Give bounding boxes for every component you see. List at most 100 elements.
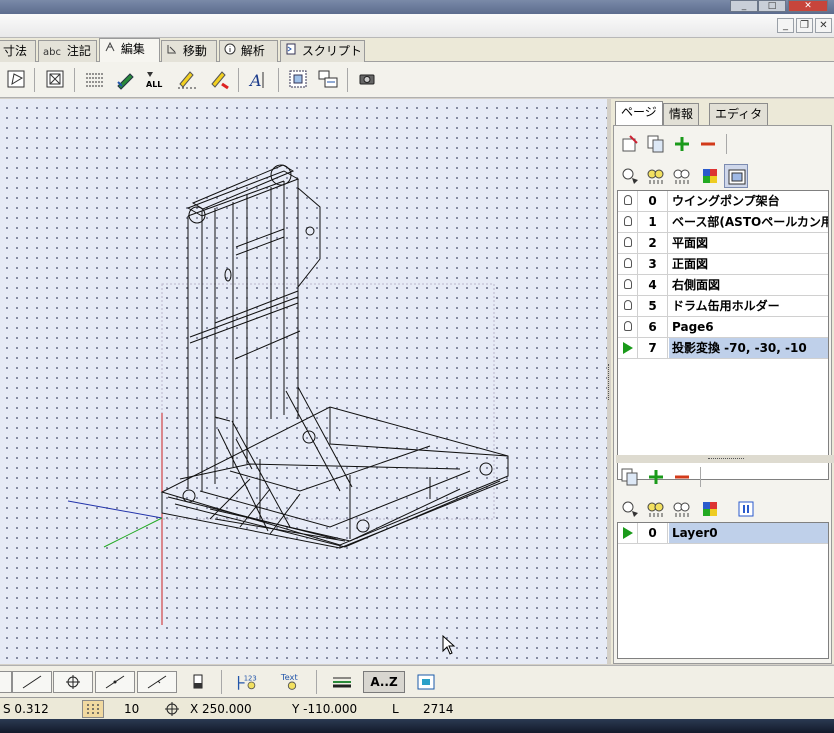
fit-frame-icon[interactable] xyxy=(287,68,309,90)
tab-script[interactable]: スクリプト xyxy=(280,40,365,62)
mdi-minimize-button[interactable]: _ xyxy=(777,18,794,33)
tab-move[interactable]: 移動 xyxy=(161,40,217,62)
close-window-button[interactable]: ✕ xyxy=(788,0,828,12)
page-name: 右側面図 xyxy=(672,278,721,292)
tab-annotation[interactable]: abc 注記 xyxy=(38,40,97,62)
page-index: 3 xyxy=(638,254,668,274)
show-all-layers-icon[interactable] xyxy=(644,497,668,521)
mdi-close-button[interactable]: ✕ xyxy=(815,18,832,33)
tab-label: エディタ xyxy=(715,107,763,121)
toolbar-separator xyxy=(316,670,317,694)
sort-button[interactable]: A..Z xyxy=(363,671,405,693)
layer-row-0[interactable]: 0 Layer0 xyxy=(618,523,828,544)
mdi-restore-button[interactable]: ❐ xyxy=(796,18,813,33)
frame-select-icon[interactable] xyxy=(44,68,66,90)
copy-page-icon[interactable] xyxy=(644,132,668,156)
tab-editor[interactable]: エディタ xyxy=(709,103,769,125)
add-page-icon[interactable] xyxy=(670,132,694,156)
highlight-pen-icon[interactable] xyxy=(208,68,230,90)
page-row-0[interactable]: 0 ウイングポンプ架台 xyxy=(618,191,828,212)
page-name: 平面図 xyxy=(672,236,709,250)
page-row-5[interactable]: 5 ドラム缶用ホルダー xyxy=(618,296,828,317)
page-name: 投影変換 -70, -30, -10 xyxy=(669,338,828,358)
color-palette-icon[interactable] xyxy=(698,164,722,188)
tab-analysis[interactable]: 解析 xyxy=(219,40,278,62)
layer-list: 0 Layer0 xyxy=(617,522,829,659)
tab-info[interactable]: 情報 xyxy=(663,103,700,125)
select-shape-icon[interactable] xyxy=(6,68,28,90)
splitter-grip[interactable] xyxy=(708,458,744,460)
x-axis-line xyxy=(67,500,163,519)
remove-layer-icon[interactable] xyxy=(670,465,694,489)
show-page-icon[interactable] xyxy=(618,164,642,188)
page-row-2[interactable]: 2 平面図 xyxy=(618,233,828,254)
tool-snap-point-button[interactable] xyxy=(53,671,93,693)
copy-layer-icon[interactable] xyxy=(618,465,642,489)
window-view-icon[interactable] xyxy=(414,671,438,693)
tool-partial-button[interactable] xyxy=(0,671,12,693)
tab-pages[interactable]: ページ xyxy=(615,101,663,126)
y-coordinate: Y -110.000 xyxy=(292,702,358,716)
show-layer-icon[interactable] xyxy=(618,497,642,521)
current-layer-arrow-icon xyxy=(622,527,633,539)
page-row-7[interactable]: 7 投影変換 -70, -30, -10 xyxy=(618,338,828,359)
page-panel: ページ 情報 エディタ 0 ウイングポンプ架台 1 ベース部(ASTOペールカン用 … xyxy=(611,99,834,664)
highlight-line-icon[interactable] xyxy=(176,68,198,90)
remove-page-icon[interactable] xyxy=(696,132,720,156)
layout-window-icon[interactable] xyxy=(317,68,339,90)
x-coordinate: X 250.000 xyxy=(190,702,252,716)
eraser-icon[interactable] xyxy=(186,671,210,693)
drawing-canvas[interactable] xyxy=(0,99,607,664)
bulb-icon[interactable] xyxy=(623,237,632,247)
bulb-icon[interactable] xyxy=(623,216,632,226)
bulb-icon[interactable] xyxy=(623,258,632,268)
line-style-icon[interactable] xyxy=(330,671,354,693)
bulb-icon[interactable] xyxy=(623,300,632,310)
mdi-bar: _ ❐ ✕ xyxy=(0,14,834,38)
numbering-tool-icon[interactable]: 123 xyxy=(236,671,264,693)
layer-order-icon[interactable] xyxy=(734,497,758,521)
tab-dimension[interactable]: 寸法 xyxy=(0,40,36,62)
bulb-icon[interactable] xyxy=(623,279,632,289)
tool-diagonal-button[interactable] xyxy=(95,671,135,693)
text-tool-icon[interactable]: Text xyxy=(280,671,306,693)
page-row-3[interactable]: 3 正面図 xyxy=(618,254,828,275)
minimize-window-button[interactable]: _ xyxy=(730,0,758,12)
camera-icon[interactable] xyxy=(356,68,378,90)
grid-toggle-button[interactable] xyxy=(82,700,104,718)
svg-text:ALL: ALL xyxy=(146,80,162,89)
panel-body: 0 ウイングポンプ架台 1 ベース部(ASTOペールカン用 2 平面図 3 正面図 4右… xyxy=(613,125,834,664)
select-all-icon[interactable]: ALL xyxy=(144,68,166,90)
page-properties-icon[interactable] xyxy=(618,132,642,156)
tool-tangent-button[interactable] xyxy=(137,671,177,693)
bulb-icon[interactable] xyxy=(623,321,632,331)
page-index: 4 xyxy=(638,275,668,295)
page-frame-icon[interactable] xyxy=(724,164,748,188)
page-row-6[interactable]: 6 Page6 xyxy=(618,317,828,338)
length-label: L xyxy=(392,702,399,716)
bulb-icon[interactable] xyxy=(623,195,632,205)
add-layer-icon[interactable] xyxy=(644,465,668,489)
layer-color-icon[interactable] xyxy=(698,497,722,521)
page-index: 7 xyxy=(638,338,668,358)
grid-size-value: 10 xyxy=(124,702,140,716)
show-all-pages-icon[interactable] xyxy=(644,164,668,188)
hatch-lines-icon[interactable] xyxy=(84,68,106,90)
splitter-grip[interactable] xyxy=(608,364,610,400)
text-style-icon[interactable]: A xyxy=(248,68,270,90)
hide-all-pages-icon[interactable] xyxy=(670,164,694,188)
cad-model-drawing xyxy=(67,164,509,625)
page-list: 0 ウイングポンプ架台 1 ベース部(ASTOペールカン用 2 平面図 3 正面図 4右… xyxy=(617,190,829,480)
tool-line-button[interactable] xyxy=(12,671,52,693)
maximize-window-button[interactable]: □ xyxy=(758,0,786,12)
hide-all-layers-icon[interactable] xyxy=(670,497,694,521)
mouse-cursor-icon xyxy=(442,635,456,655)
page-row-4[interactable]: 4 右側面図 xyxy=(618,275,828,296)
toolbar-separator xyxy=(238,68,239,92)
tab-edit[interactable]: 編集 xyxy=(99,38,160,63)
horizontal-splitter[interactable] xyxy=(616,455,834,463)
move-icon xyxy=(166,43,179,63)
pen-attribute-icon[interactable] xyxy=(114,68,136,90)
crosshair-icon xyxy=(164,701,180,721)
page-row-1[interactable]: 1 ベース部(ASTOペールカン用 xyxy=(618,212,828,233)
